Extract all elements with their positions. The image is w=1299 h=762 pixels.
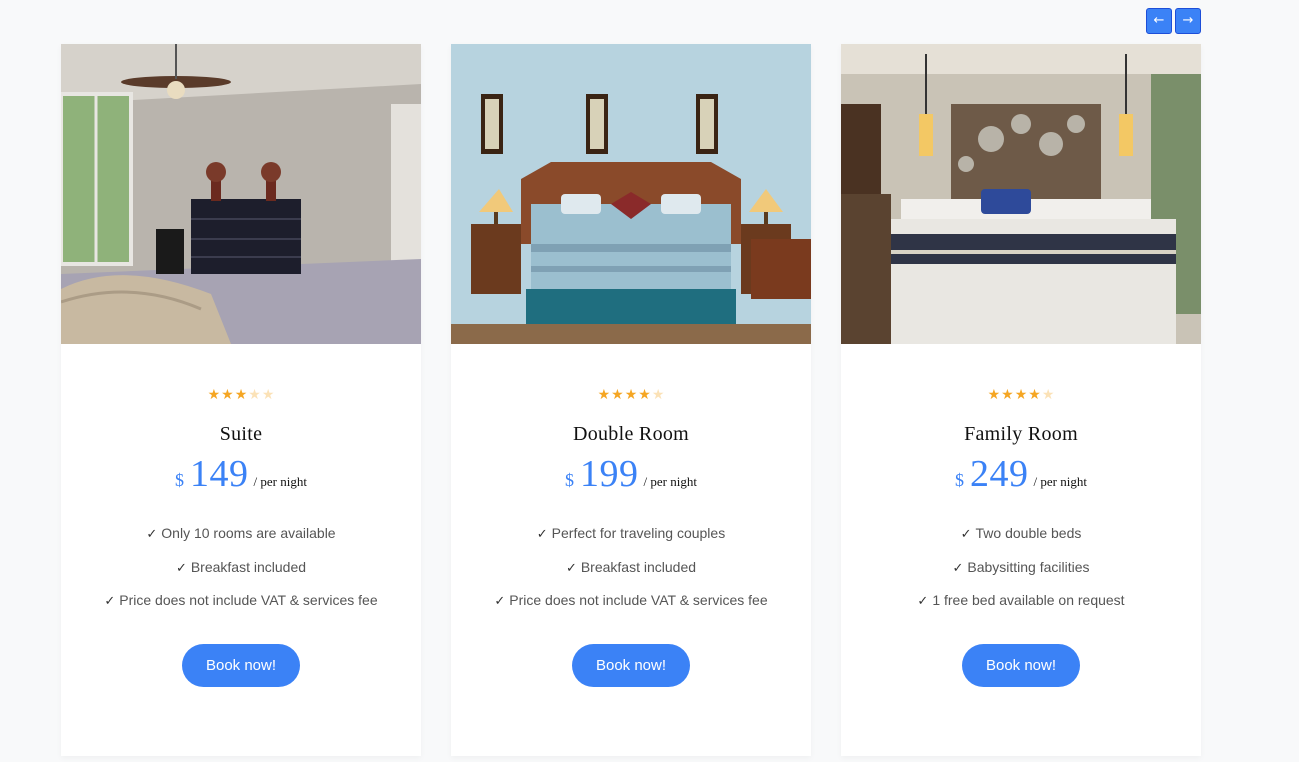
star-icon: ★ (624, 387, 638, 403)
room-photo-suite[interactable] (61, 44, 421, 344)
star-icon: ★ (234, 387, 248, 403)
star-icon: ★ (1028, 387, 1041, 403)
check-icon: ✓ (146, 527, 158, 542)
feature-text: Breakfast included (580, 558, 697, 575)
room-price: $ 149 / per night (175, 452, 307, 496)
feature-list: ✓ Two double beds ✓ Babysitting facilities… (917, 525, 1124, 626)
star-icon: ★ (248, 387, 261, 403)
arrow-right-icon: → (1182, 13, 1194, 28)
carousel-prev-button[interactable]: ← (1146, 8, 1172, 34)
feature-item: ✓ 1 free bed available on request (917, 592, 1124, 626)
feature-item: ✓ Perfect for traveling couples (494, 525, 767, 559)
check-icon: ✓ (960, 527, 972, 542)
room-price: $ 249 / per night (955, 452, 1087, 496)
feature-list: ✓ Only 10 rooms are available ✓ Breakfast … (104, 525, 377, 626)
room-cards: ★ ★ ★ ★ ★ Suite $ 149 / per night ✓ Only 10 r… (61, 44, 1201, 756)
book-now-button[interactable]: Book now! (572, 643, 690, 687)
room-photo-family[interactable] (841, 44, 1201, 344)
star-icon: ★ (207, 387, 221, 403)
feature-text: Two double beds (975, 525, 1082, 541)
star-icon: ★ (1014, 387, 1028, 403)
book-now-button[interactable]: Book now! (182, 643, 300, 687)
feature-text: 1 free bed available on request (932, 592, 1125, 608)
star-icon: ★ (261, 387, 275, 403)
price-per-night: / per night (253, 474, 307, 489)
star-icon: ★ (597, 387, 611, 403)
book-now-button[interactable]: Book now! (962, 643, 1080, 687)
room-card-double: ★ ★ ★ ★ ★ Double Room $ 199 / per night ✓ Per… (451, 44, 811, 756)
room-name: Double Room (572, 423, 690, 445)
suite-photo-image (61, 44, 421, 344)
feature-item: ✓ Only 10 rooms are available (104, 525, 377, 559)
feature-item: ✓ Babysitting facilities (917, 559, 1124, 593)
price-currency: $ (565, 470, 575, 490)
feature-list: ✓ Perfect for traveling couples ✓ Breakfas… (494, 525, 767, 626)
check-icon: ✓ (104, 594, 116, 609)
star-icon: ★ (651, 387, 665, 403)
check-icon: ✓ (952, 560, 964, 576)
price-per-night: / per night (1033, 474, 1087, 489)
rating-stars: ★ ★ ★ ★ ★ (598, 388, 665, 404)
double-room-photo-image (451, 44, 811, 344)
carousel-nav: ← → (1146, 8, 1201, 34)
check-icon: ✓ (494, 594, 506, 609)
feature-item: ✓ Breakfast included (494, 559, 767, 593)
price-per-night: / per night (643, 474, 697, 489)
room-card-family: ★ ★ ★ ★ ★ Family Room $ 249 / per night ✓ Two… (841, 44, 1201, 756)
feature-text: Price does not include VAT & services fe… (509, 592, 768, 608)
feature-text: Price does not include VAT & services fe… (119, 592, 378, 608)
star-icon: ★ (987, 387, 1001, 403)
check-icon: ✓ (536, 527, 548, 542)
room-photo-double[interactable] (451, 44, 811, 344)
feature-text: Babysitting facilities (967, 558, 1090, 575)
room-price: $ 199 / per night (565, 452, 697, 496)
feature-text: Only 10 rooms are available (161, 525, 336, 541)
feature-item: ✓ Price does not include VAT & services f… (494, 592, 767, 626)
room-name: Suite (219, 423, 263, 445)
star-icon: ★ (1001, 387, 1014, 403)
rating-stars: ★ ★ ★ ★ ★ (208, 388, 275, 404)
check-icon: ✓ (175, 560, 187, 576)
feature-text: Breakfast included (190, 558, 307, 575)
room-name: Family Room (964, 423, 1078, 445)
check-icon: ✓ (565, 560, 577, 576)
feature-item: ✓ Price does not include VAT & services f… (104, 592, 377, 626)
price-currency: $ (175, 470, 185, 490)
price-amount: 149 (190, 453, 249, 495)
price-amount: 199 (580, 453, 639, 495)
check-icon: ✓ (917, 594, 929, 609)
arrow-left-icon: ← (1153, 13, 1165, 28)
star-icon: ★ (1041, 387, 1055, 403)
feature-text: Perfect for traveling couples (551, 525, 726, 541)
feature-item: ✓ Two double beds (917, 525, 1124, 559)
price-currency: $ (955, 470, 965, 490)
star-icon: ★ (611, 387, 624, 403)
room-card-suite: ★ ★ ★ ★ ★ Suite $ 149 / per night ✓ Only 10 r… (61, 44, 421, 756)
star-icon: ★ (221, 387, 234, 403)
family-room-photo-image (841, 44, 1201, 344)
carousel-next-button[interactable]: → (1175, 8, 1201, 34)
rating-stars: ★ ★ ★ ★ ★ (988, 388, 1055, 404)
rooms-section: ← → ★ ★ ★ ★ ★ Suite $ 149 / per night ✓ … (0, 0, 1299, 762)
price-amount: 249 (970, 453, 1029, 495)
star-icon: ★ (638, 387, 651, 403)
feature-item: ✓ Breakfast included (104, 559, 377, 593)
